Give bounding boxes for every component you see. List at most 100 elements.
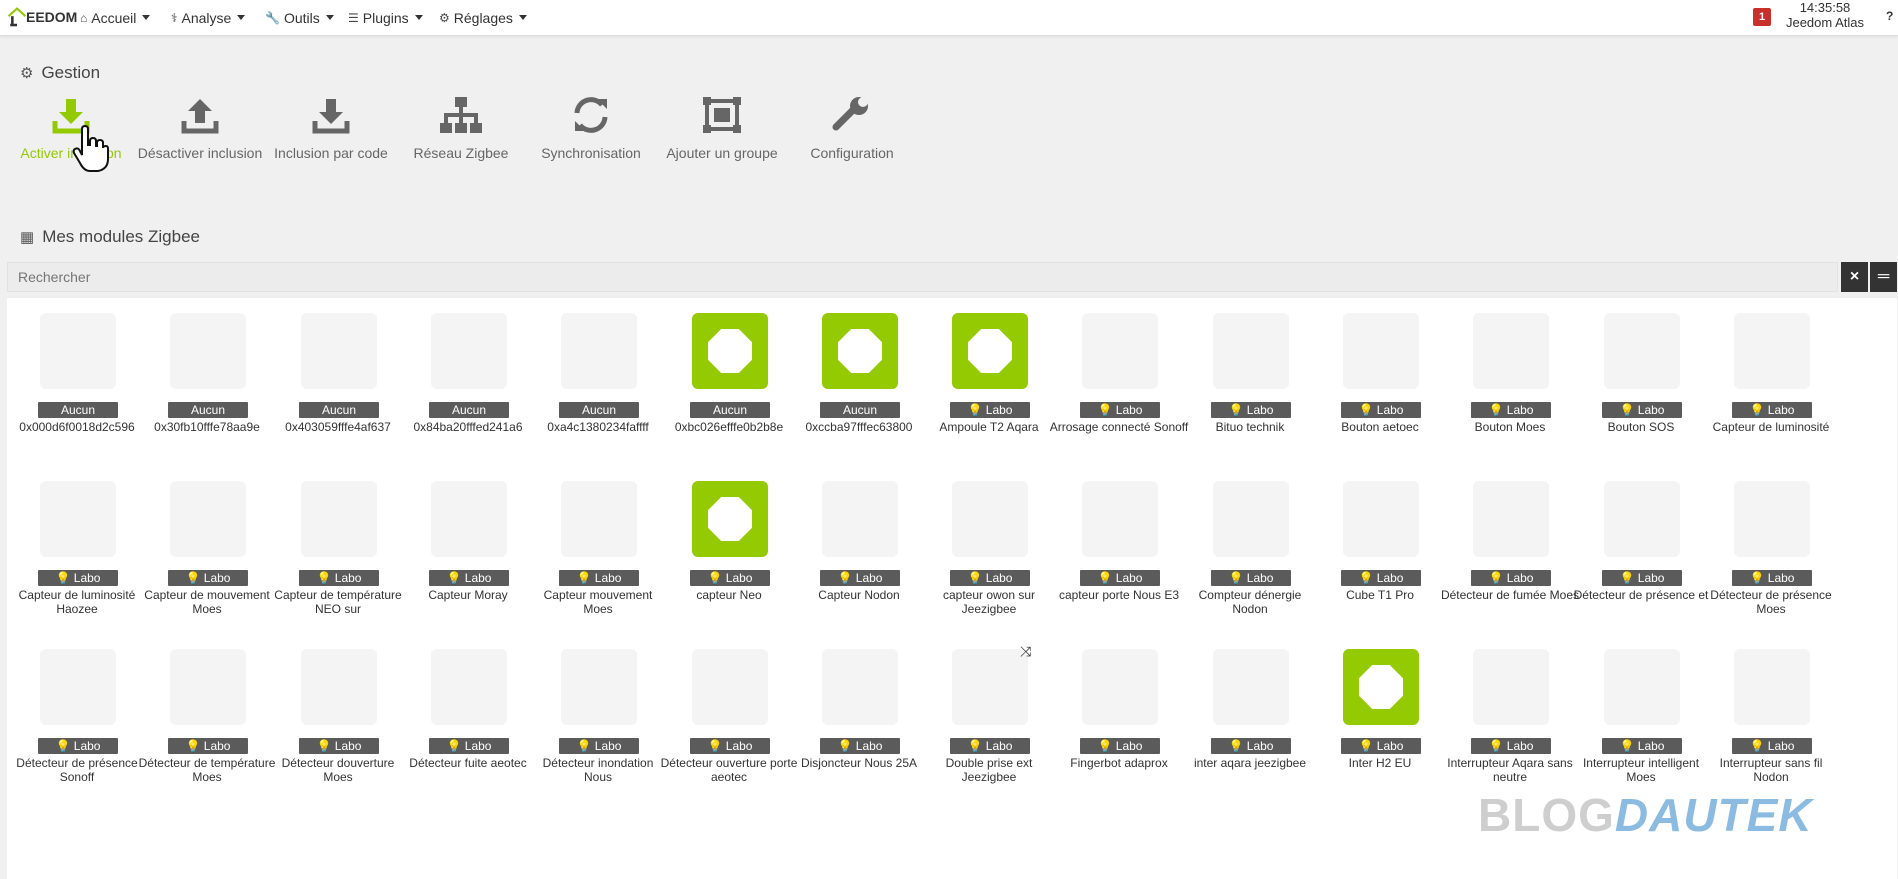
device-card[interactable]: 💡 Labo Capteur de luminosité Haozee: [7, 466, 137, 626]
device-object-badge: Aucun: [690, 402, 770, 418]
toggle-view-button[interactable]: ═: [1870, 262, 1897, 292]
house-icon: [7, 7, 27, 27]
device-card[interactable]: 💡 Labo Capteur de luminosité: [1701, 298, 1831, 458]
reseau-zigbee-button[interactable]: Réseau Zigbee: [396, 95, 526, 161]
device-object-badge: 💡 Labo: [38, 738, 118, 754]
device-name: 0x30fb10fffe78aa9e: [154, 420, 260, 434]
device-card[interactable]: 💡 Labo Capteur Moray: [398, 466, 528, 626]
device-card[interactable]: 💡 Labo Bituo technik: [1180, 298, 1310, 458]
configuration-label: Configuration: [810, 145, 894, 161]
device-card[interactable]: Aucun 0x403059fffe4af637: [268, 298, 398, 458]
device-card[interactable]: 💡 Labo Bouton aetoec: [1310, 298, 1440, 458]
nav-reglages[interactable]: ⚙ Réglages: [439, 0, 527, 35]
device-card[interactable]: 💡 Labo Détecteur fuite aeotec: [398, 634, 528, 794]
device-name: 0x403059fffe4af637: [285, 420, 391, 434]
device-card[interactable]: 💡 Labo Arrosage connecté Sonoff: [1049, 298, 1188, 458]
device-object-badge: 💡 Labo: [690, 570, 770, 586]
device-card[interactable]: 💡 Labo Inter H2 EU: [1310, 634, 1440, 794]
inclusion-par-code-button[interactable]: Inclusion par code: [266, 95, 396, 161]
device-image: [952, 649, 1028, 725]
device-card[interactable]: Aucun 0x000d6f0018d2c596: [7, 298, 137, 458]
nav-plugins[interactable]: ☰ Plugins: [348, 0, 423, 35]
caret-down-icon: [237, 15, 246, 20]
clock-time: 14:35:58: [1799, 0, 1851, 15]
device-card[interactable]: 💡 Labo Interrupteur intelligent Moes: [1571, 634, 1701, 794]
device-object-badge: 💡 Labo: [820, 570, 900, 586]
device-card[interactable]: 💡 Labo Détecteur douverture Moes: [268, 634, 398, 794]
device-card[interactable]: 💡 Labo Détecteur ouverture porte aeotec: [659, 634, 797, 794]
device-card[interactable]: 💡 Labo Détecteur inondation Nous: [528, 634, 658, 794]
device-card[interactable]: 💡 Labo Fingerbot adaprox: [1049, 634, 1179, 794]
device-card[interactable]: 💡 Labo Interrupteur Aqara sans neutre: [1440, 634, 1573, 794]
nav-analyse[interactable]: ⚕ Analyse: [171, 0, 246, 35]
device-object-badge: 💡 Labo: [168, 738, 248, 754]
search-input[interactable]: [8, 263, 1837, 291]
device-card[interactable]: 💡 Labo inter aqara jeezigbee: [1180, 634, 1310, 794]
device-card[interactable]: 💡 Labo Capteur mouvement Moes: [528, 466, 658, 626]
device-object-badge: 💡 Labo: [1211, 402, 1291, 418]
nav-accueil-label: Accueil: [91, 9, 137, 26]
device-card[interactable]: 💡 Labo Capteur de température NEO sur: [268, 466, 402, 626]
device-card[interactable]: 💡 Labo Détecteur de présence Sonoff: [7, 634, 138, 794]
device-card[interactable]: Aucun 0xa4c1380234faffff: [528, 298, 658, 458]
clear-search-button[interactable]: ×: [1841, 262, 1868, 292]
device-object-badge: 💡 Labo: [1080, 738, 1160, 754]
device-card[interactable]: 💡 Labo Détecteur de présence Moes: [1701, 466, 1832, 626]
device-object-badge: 💡 Labo: [1080, 570, 1160, 586]
device-object-badge: Aucun: [429, 402, 509, 418]
device-card[interactable]: 💡 Labo Bouton SOS: [1571, 298, 1701, 458]
device-name: Ampoule T2 Aqara: [939, 420, 1039, 434]
device-card[interactable]: 💡 Labo Détecteur de présence et: [1571, 466, 1708, 626]
system-name[interactable]: Jeedom Atlas: [1770, 15, 1880, 30]
desactiver-inclusion-button[interactable]: Désactiver inclusion: [135, 95, 265, 161]
device-card[interactable]: 💡 Labo Disjoncteur Nous 25A: [789, 634, 919, 794]
device-card[interactable]: 💡 Labo capteur owon sur Jeezigbee: [919, 466, 1049, 626]
device-card[interactable]: Aucun 0xccba97fffec63800: [789, 298, 919, 458]
notification-badge[interactable]: 1: [1753, 8, 1771, 26]
device-name: 0xccba97fffec63800: [805, 420, 913, 434]
device-object-badge: 💡 Labo: [429, 738, 509, 754]
synchronisation-button[interactable]: Synchronisation: [526, 95, 656, 161]
device-object-badge: 💡 Labo: [38, 570, 118, 586]
close-icon: ×: [1849, 268, 1860, 285]
help-icon[interactable]: ?: [1886, 9, 1893, 23]
device-image: [1473, 481, 1549, 557]
device-card[interactable]: Aucun 0xbc026efffe0b2b8e: [659, 298, 789, 458]
device-image: [1343, 481, 1419, 557]
device-object-badge: 💡 Labo: [1471, 738, 1551, 754]
device-image: [1734, 649, 1810, 725]
device-name: Bouton aetoec: [1341, 420, 1419, 434]
device-name: Détecteur de température Moes: [138, 756, 276, 784]
device-card[interactable]: Aucun 0x30fb10fffe78aa9e: [137, 298, 267, 458]
jeedom-logo[interactable]: EEDOM: [6, 3, 77, 31]
cogs-icon: ⚙: [439, 10, 450, 25]
device-card[interactable]: 💡 Labo Bouton Moes: [1440, 298, 1570, 458]
device-object-badge: 💡 Labo: [168, 570, 248, 586]
device-card[interactable]: 💡 Labo Détecteur de température Moes: [137, 634, 275, 794]
device-object-badge: 💡 Labo: [1732, 570, 1812, 586]
upload-icon: [181, 99, 219, 134]
nav-outils[interactable]: 🔧 Outils: [265, 0, 334, 35]
device-card[interactable]: 💡 Labo Ampoule T2 Aqara: [919, 298, 1049, 458]
device-name: Capteur de luminosité: [1712, 420, 1830, 434]
bars-icon: ═: [1877, 268, 1890, 285]
nav-accueil[interactable]: ⌂ Accueil: [80, 0, 151, 35]
device-card[interactable]: 💡 Labo Capteur de mouvement Moes: [137, 466, 270, 626]
device-name: Capteur mouvement Moes: [543, 588, 653, 616]
device-name: Capteur Nodon: [818, 588, 900, 602]
device-card[interactable]: 💡 Labo Détecteur de fumée Moes: [1440, 466, 1579, 626]
nav-reglages-label: Réglages: [453, 9, 513, 26]
device-card[interactable]: 💡 Labo Capteur Nodon: [789, 466, 919, 626]
device-name: Bituo technik: [1215, 420, 1285, 434]
device-card[interactable]: 💡 Labo Cube T1 Pro: [1310, 466, 1440, 626]
caret-down-icon: [518, 15, 527, 20]
device-card[interactable]: Aucun 0x84ba20fffed241a6: [398, 298, 528, 458]
device-card[interactable]: 💡 Labo Interrupteur sans fil Nodon: [1701, 634, 1831, 794]
device-name: Arrosage connecté Sonoff: [1049, 420, 1189, 434]
device-card[interactable]: 💡 Labo Compteur dénergie Nodon: [1180, 466, 1310, 626]
device-card[interactable]: 💡 Labo capteur Neo: [659, 466, 789, 626]
device-object-badge: 💡 Labo: [820, 738, 900, 754]
ajouter-groupe-button[interactable]: Ajouter un groupe: [657, 95, 787, 161]
device-card[interactable]: 💡 Labo capteur porte Nous E3: [1049, 466, 1179, 626]
configuration-button[interactable]: Configuration: [787, 95, 917, 161]
